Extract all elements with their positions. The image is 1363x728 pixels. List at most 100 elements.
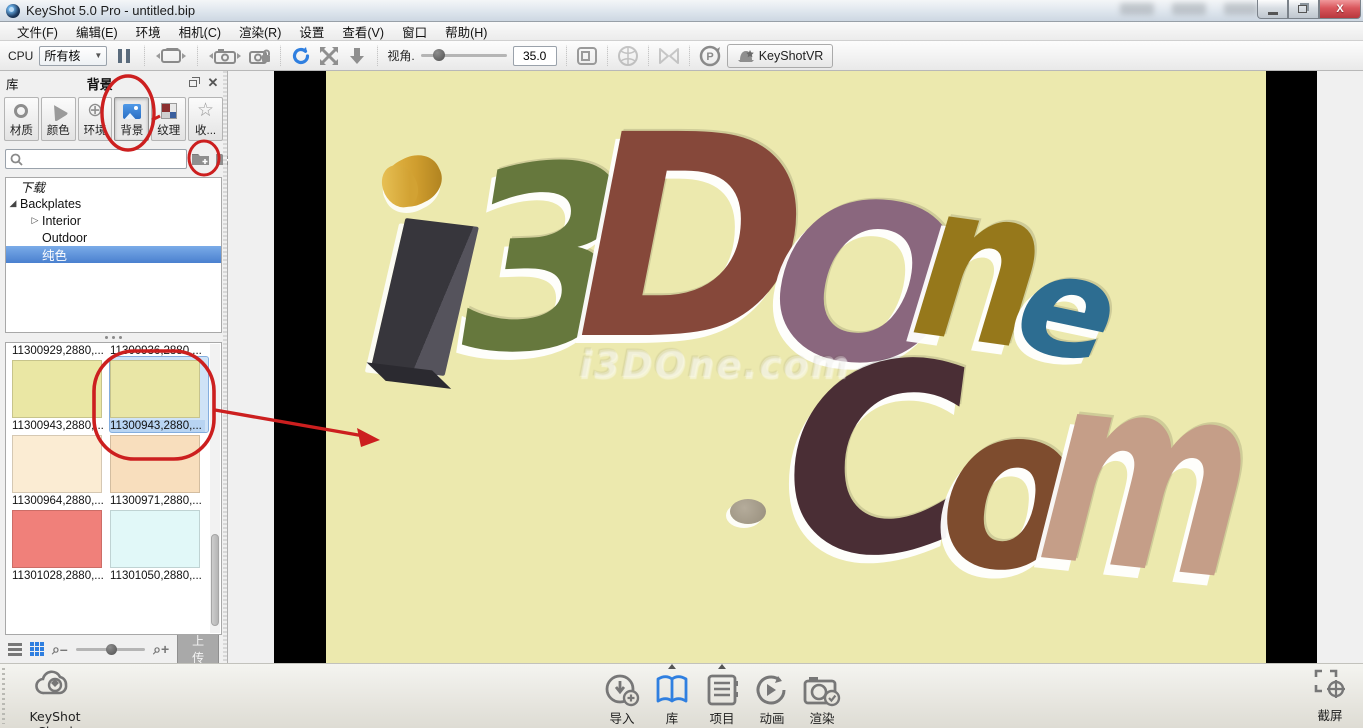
- bottom-dock: KeyShot Cloud 导入 库 项目 动画 渲染 截屏: [0, 663, 1363, 728]
- refresh-icon[interactable]: [290, 44, 312, 68]
- flip-link-icon[interactable]: [658, 44, 680, 68]
- grid-view-button[interactable]: [30, 642, 44, 656]
- thumbnail-item[interactable]: 11300971,2880,...: [110, 432, 208, 507]
- thumbnail-swatch[interactable]: [12, 360, 102, 418]
- star-icon: ☆: [197, 102, 214, 120]
- scrollbar-handle[interactable]: [211, 534, 219, 626]
- watermark: i3DOne.com: [579, 343, 851, 386]
- letter-i-dot: [376, 147, 449, 216]
- list-view-button[interactable]: [8, 643, 22, 656]
- tree-item[interactable]: 下载: [6, 178, 221, 195]
- tree-arrow-icon: ◢: [6, 198, 20, 209]
- tab-colors[interactable]: 颜色: [41, 97, 76, 141]
- close-button[interactable]: X: [1319, 0, 1361, 19]
- thumbnail-label: 11300943,2880,...: [12, 420, 107, 432]
- cores-select[interactable]: 所有核▼: [39, 46, 107, 66]
- menu-item[interactable]: 查看(V): [333, 20, 393, 43]
- tab-materials[interactable]: 材质: [4, 97, 39, 141]
- vr-icon: [737, 48, 755, 64]
- globe-icon: ⊕: [87, 102, 103, 120]
- dock-library-button[interactable]: 库: [652, 667, 692, 727]
- thumbnail-label: 11300971,2880,...: [110, 495, 205, 507]
- thumbnail-item[interactable]: 11300943,2880,...: [110, 357, 208, 432]
- menu-item[interactable]: 帮助(H): [436, 20, 496, 43]
- view-angle-input[interactable]: [513, 46, 557, 66]
- dock-render-button[interactable]: 渲染: [802, 667, 842, 727]
- thumbnail-swatch[interactable]: [110, 510, 200, 568]
- view-angle-label: 视角.: [387, 47, 414, 64]
- tree-item[interactable]: ◢ Backplates: [6, 195, 221, 212]
- tree-item[interactable]: Outdoor: [6, 229, 221, 246]
- zoom-in-icon[interactable]: ⌕+: [153, 641, 169, 658]
- fit-view-icon[interactable]: [318, 44, 340, 68]
- tree-arrow-icon: ▷: [28, 215, 42, 226]
- thumbnail-item[interactable]: 11300943,2880,...: [12, 357, 110, 432]
- thumb-size-slider[interactable]: [76, 648, 145, 651]
- tree-item[interactable]: ▷ Interior: [6, 212, 221, 229]
- zoom-out-icon[interactable]: ⌕–: [52, 641, 68, 658]
- cpu-label: CPU: [8, 49, 33, 63]
- menu-item[interactable]: 窗口: [393, 20, 436, 43]
- thumbnail-scrollbar[interactable]: [210, 344, 220, 633]
- add-folder-button[interactable]: [191, 150, 211, 168]
- screenshot-button[interactable]: 截屏: [1305, 667, 1355, 724]
- download-icon[interactable]: [346, 44, 368, 68]
- search-input[interactable]: [27, 152, 182, 166]
- panel-splitter[interactable]: [0, 333, 227, 342]
- thumbnail-swatch[interactable]: [110, 435, 200, 493]
- library-book-icon: [654, 673, 690, 707]
- cloud-icon: [34, 667, 76, 705]
- thumbnail-item[interactable]: 11301050,2880,...: [110, 507, 208, 582]
- camera-cycle-icon[interactable]: [207, 44, 243, 68]
- title-bar: KeyShot 5.0 Pro - untitled.bip X: [0, 0, 1363, 22]
- thumbnail-item[interactable]: 11301028,2880,...: [12, 507, 110, 582]
- thumbnail-swatch[interactable]: [110, 360, 200, 418]
- view-angle-slider[interactable]: [421, 54, 507, 57]
- dock-animation-button[interactable]: 动画: [752, 667, 792, 727]
- thumbnail-swatch[interactable]: [12, 435, 102, 493]
- search-box[interactable]: [5, 149, 187, 169]
- network-render-icon[interactable]: P: [699, 44, 721, 68]
- blurred-titlebar-items: [1120, 3, 1258, 15]
- minimize-button[interactable]: [1257, 0, 1288, 19]
- restore-button[interactable]: [1288, 0, 1319, 19]
- backplate: 3DOneCom i3DOne.com: [326, 71, 1266, 663]
- color-cone-icon: [47, 100, 69, 121]
- tab-textures[interactable]: 纹理: [151, 97, 186, 141]
- pause-icon[interactable]: [113, 44, 135, 68]
- float-panel-button[interactable]: [185, 76, 201, 90]
- material-sphere-icon[interactable]: [617, 44, 639, 68]
- thumbnail-item[interactable]: 11300964,2880,...: [12, 432, 110, 507]
- tree-item[interactable]: 纯色: [6, 246, 221, 263]
- realtime-viewport[interactable]: 3DOneCom i3DOne.com: [228, 71, 1363, 663]
- dock-import-button[interactable]: 导入: [602, 667, 642, 727]
- menu-item[interactable]: 编辑(E): [67, 20, 127, 43]
- thumbnail-label: 11300964,2880,...: [12, 495, 107, 507]
- menu-item[interactable]: 渲染(R): [230, 20, 290, 43]
- import-icon: [604, 673, 640, 707]
- tab-favorites[interactable]: ☆收...: [188, 97, 223, 141]
- animation-icon: [754, 673, 790, 707]
- menu-item[interactable]: 相机(C): [170, 20, 230, 43]
- close-panel-button[interactable]: ✕: [205, 76, 221, 90]
- thumbnail-swatch[interactable]: [12, 510, 102, 568]
- caret-up-icon: [668, 664, 676, 669]
- menu-item[interactable]: 设置: [290, 20, 333, 43]
- render-region-icon[interactable]: [576, 44, 598, 68]
- main-toolbar: CPU 所有核▼ 视角. P KeyShotVR: [0, 41, 1363, 71]
- keyshotvr-button[interactable]: KeyShotVR: [727, 44, 834, 68]
- library-label: 库: [6, 74, 19, 93]
- window-title: KeyShot 5.0 Pro - untitled.bip: [26, 3, 195, 18]
- tab-backgrounds[interactable]: 背景: [114, 97, 149, 141]
- project-icon: [705, 673, 739, 707]
- keyshot-cloud-button[interactable]: KeyShot Cloud: [10, 667, 100, 728]
- material-ring-icon: [14, 104, 28, 118]
- thumbnail-top-labels: 11300929,2880,... 11300936,2880,...: [12, 345, 209, 357]
- camera-lock-icon[interactable]: [249, 44, 271, 68]
- environment-cycle-icon[interactable]: [154, 44, 188, 68]
- menu-item[interactable]: 文件(F): [8, 20, 67, 43]
- tab-environments[interactable]: ⊕环境: [78, 97, 113, 141]
- dock-project-button[interactable]: 项目: [702, 667, 742, 727]
- menu-item[interactable]: 环境: [127, 20, 170, 43]
- library-panel: 库 背景 ✕ 材质 颜色 ⊕环境 背景 纹理 ☆收...: [0, 71, 228, 663]
